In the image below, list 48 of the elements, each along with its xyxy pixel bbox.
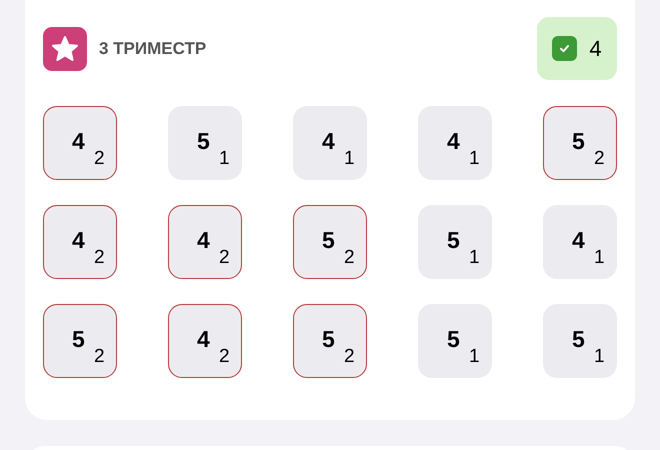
grade-tile[interactable]: 4 2 <box>168 205 242 279</box>
grade-weight: 2 <box>594 148 605 170</box>
grade-weight: 2 <box>94 346 105 368</box>
grade-tile[interactable]: 4 2 <box>168 304 242 378</box>
grade-tile[interactable]: 4 2 <box>43 205 117 279</box>
grade-tile[interactable]: 4 1 <box>543 205 617 279</box>
grade-weight: 1 <box>469 148 480 170</box>
grade-weight: 2 <box>219 346 230 368</box>
grade-tile[interactable]: 5 2 <box>43 304 117 378</box>
grade-tile[interactable]: 5 1 <box>168 106 242 180</box>
grade-tile[interactable]: 5 2 <box>293 304 367 378</box>
grade-value: 5 <box>447 227 460 253</box>
checkmark-icon <box>558 42 572 55</box>
grade-weight: 2 <box>344 346 355 368</box>
grade-weight: 2 <box>94 148 105 170</box>
grade-weight: 1 <box>594 247 605 269</box>
badge-value: 4 <box>589 35 602 63</box>
grade-weight: 1 <box>469 247 480 269</box>
grade-weight: 2 <box>94 247 105 269</box>
grade-value: 5 <box>72 326 85 352</box>
grade-weight: 2 <box>219 247 230 269</box>
grade-weight: 1 <box>594 346 605 368</box>
grade-value: 4 <box>197 227 210 253</box>
grade-value: 5 <box>572 128 585 154</box>
grade-value: 5 <box>197 128 210 154</box>
grade-value: 4 <box>572 227 585 253</box>
section-title: 3 ТРИМЕСТР <box>99 38 206 60</box>
grade-tile[interactable]: 5 2 <box>293 205 367 279</box>
grade-tile[interactable]: 4 1 <box>418 106 492 180</box>
grade-value: 5 <box>322 326 335 352</box>
grade-value: 4 <box>447 128 460 154</box>
grade-tile[interactable]: 5 1 <box>418 205 492 279</box>
grade-value: 5 <box>447 326 460 352</box>
grade-tile[interactable]: 5 2 <box>543 106 617 180</box>
grade-value: 5 <box>322 227 335 253</box>
grade-weight: 1 <box>344 148 355 170</box>
grade-value: 5 <box>572 326 585 352</box>
grade-tile[interactable]: 5 1 <box>543 304 617 378</box>
grade-weight: 1 <box>469 346 480 368</box>
grade-tile[interactable]: 4 1 <box>293 106 367 180</box>
grade-value: 4 <box>72 128 85 154</box>
grade-weight: 2 <box>344 247 355 269</box>
grade-value: 4 <box>322 128 335 154</box>
grade-value: 4 <box>197 326 210 352</box>
grade-tile[interactable]: 5 1 <box>418 304 492 378</box>
grade-value: 4 <box>72 227 85 253</box>
grade-tile[interactable]: 4 2 <box>43 106 117 180</box>
grade-weight: 1 <box>219 148 230 170</box>
